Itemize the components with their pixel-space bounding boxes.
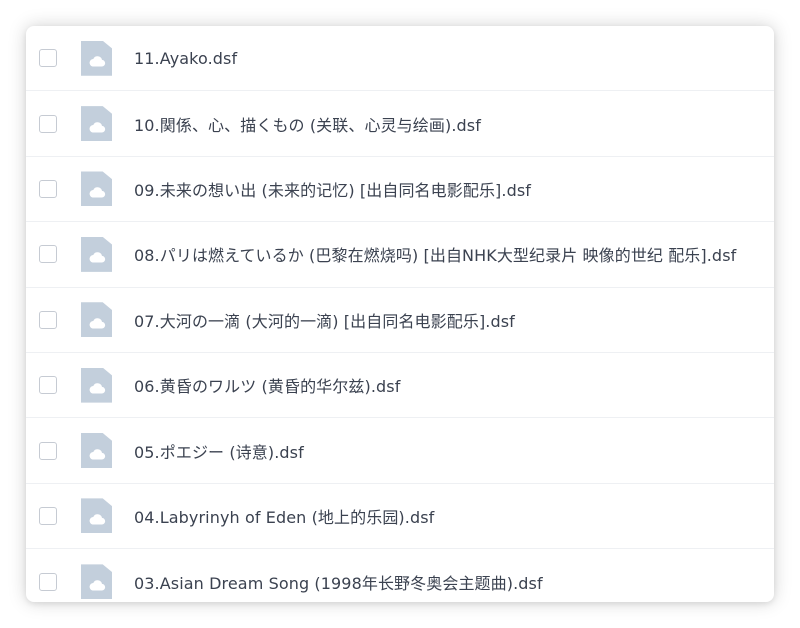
row-checkbox[interactable]	[39, 179, 57, 198]
file-row[interactable]: 05.ポエジー (诗意).dsf	[26, 418, 774, 484]
screen: 11.Ayako.dsf 10.関係、心、描くもの (关联、心灵与绘画).dsf…	[0, 0, 800, 628]
cloud-file-icon	[81, 367, 112, 403]
file-name[interactable]: 06.黄昏のワルツ (黄昏的华尔兹).dsf	[134, 373, 400, 397]
cloud-file-icon	[81, 564, 112, 600]
cloud-file-icon	[81, 106, 112, 142]
file-name[interactable]: 08.パリは燃えているか (巴黎在燃烧吗) [出自NHK大型纪录片 映像的世纪 …	[134, 242, 736, 266]
row-checkbox[interactable]	[39, 310, 57, 329]
cloud-file-icon	[81, 498, 112, 534]
file-row[interactable]: 09.未来の想い出 (未来的记忆) [出自同名电影配乐].dsf	[26, 157, 774, 223]
file-name[interactable]: 07.大河の一滴 (大河的一滴) [出自同名电影配乐].dsf	[134, 308, 515, 332]
row-checkbox[interactable]	[39, 245, 57, 264]
cloud-file-icon	[81, 433, 112, 469]
file-row[interactable]: 04.Labyrinyh of Eden (地上的乐园).dsf	[26, 484, 774, 550]
file-name[interactable]: 05.ポエジー (诗意).dsf	[134, 439, 304, 463]
row-checkbox[interactable]	[39, 441, 57, 460]
file-list-panel: 11.Ayako.dsf 10.関係、心、描くもの (关联、心灵与绘画).dsf…	[26, 26, 774, 602]
cloud-file-icon	[81, 236, 112, 272]
row-checkbox[interactable]	[39, 376, 57, 395]
file-list: 11.Ayako.dsf 10.関係、心、描くもの (关联、心灵与绘画).dsf…	[26, 26, 774, 602]
file-name[interactable]: 04.Labyrinyh of Eden (地上的乐园).dsf	[134, 504, 434, 528]
file-row[interactable]: 06.黄昏のワルツ (黄昏的华尔兹).dsf	[26, 353, 774, 419]
file-row[interactable]: 11.Ayako.dsf	[26, 26, 774, 92]
file-name[interactable]: 03.Asian Dream Song (1998年长野冬奥会主题曲).dsf	[134, 570, 543, 594]
row-checkbox[interactable]	[39, 506, 57, 525]
file-row[interactable]: 10.関係、心、描くもの (关联、心灵与绘画).dsf	[26, 91, 774, 157]
row-checkbox[interactable]	[39, 49, 57, 68]
file-name[interactable]: 09.未来の想い出 (未来的记忆) [出自同名电影配乐].dsf	[134, 177, 531, 201]
file-name[interactable]: 11.Ayako.dsf	[134, 49, 237, 68]
file-name[interactable]: 10.関係、心、描くもの (关联、心灵与绘画).dsf	[134, 112, 481, 136]
file-row[interactable]: 07.大河の一滴 (大河的一滴) [出自同名电影配乐].dsf	[26, 288, 774, 353]
row-checkbox[interactable]	[39, 114, 57, 133]
file-row[interactable]: 03.Asian Dream Song (1998年长野冬奥会主题曲).dsf	[26, 549, 774, 602]
cloud-file-icon	[81, 40, 112, 76]
cloud-file-icon	[81, 171, 112, 207]
file-row[interactable]: 08.パリは燃えているか (巴黎在燃烧吗) [出自NHK大型纪录片 映像的世纪 …	[26, 222, 774, 288]
row-checkbox[interactable]	[39, 572, 57, 591]
cloud-file-icon	[81, 302, 112, 338]
